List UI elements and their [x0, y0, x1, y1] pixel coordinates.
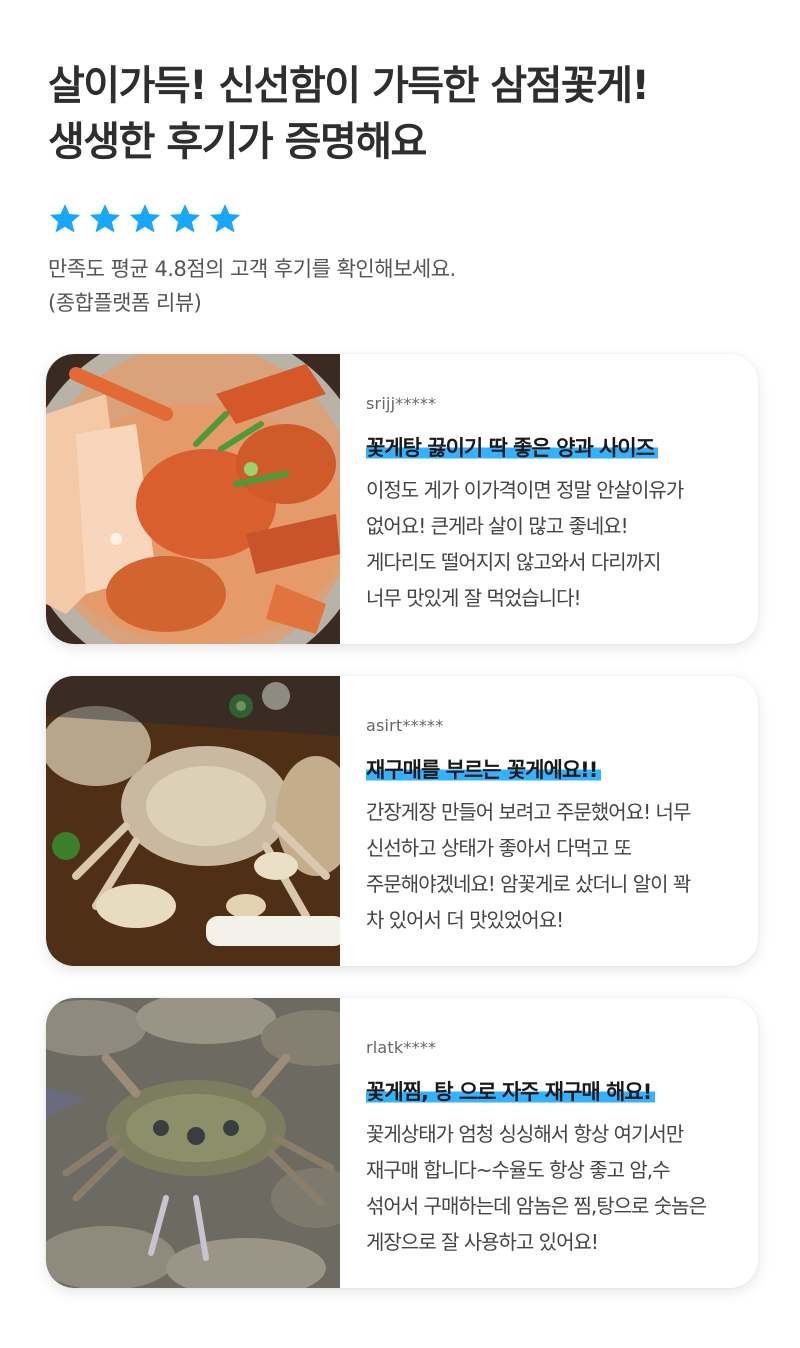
review-line: 이정도 게가 이가격이면 정말 안살이유가 [366, 478, 684, 502]
star-icon [49, 204, 81, 233]
rating-summary: 만족도 평균 4.8점의 고객 후기를 확인해보세요. (종합플랫폼 리뷰) [48, 252, 456, 320]
review-line: 너무 맛있게 잘 먹었습니다! [366, 586, 582, 610]
review-body: 꽃게상태가 엄청 싱싱해서 항상 여기서만 재구매 합니다~수율도 항상 좋고 … [366, 1116, 758, 1260]
star-rating [48, 202, 242, 236]
reviewer-id: srijj***** [366, 394, 437, 413]
title-line-1: 살이가득! 신선함이 가득한 삼점꽃게! [48, 63, 650, 109]
review-line: 게장으로 잘 사용하고 있어요! [366, 1230, 599, 1254]
page-title: 살이가득! 신선함이 가득한 삼점꽃게! 생생한 후기가 증명해요 [48, 58, 768, 170]
review-headline: 꽃게찜, 탕 으로 자주 재구매 해요! [366, 1076, 656, 1106]
star-icon [209, 204, 241, 233]
rating-summary-line: 만족도 평균 4.8점의 고객 후기를 확인해보세요. [48, 257, 456, 281]
reviewer-id: asirt***** [366, 716, 444, 735]
rating-source-note: (종합플랫폼 리뷰) [48, 291, 202, 315]
review-line: 꽃게상태가 엄청 싱싱해서 항상 여기서만 [366, 1122, 684, 1146]
review-card: rlatk**** 꽃게찜, 탕 으로 자주 재구매 해요! 꽃게상태가 엄청 … [46, 998, 758, 1288]
title-line-2: 생생한 후기가 증명해요 [48, 119, 427, 165]
review-headline: 꽃게탕 끓이기 딱 좋은 양과 사이즈 [366, 432, 659, 462]
review-line: 차 있어서 더 맛있었어요! [366, 908, 564, 932]
review-line: 없어요! 큰게라 살이 많고 좋네요! [366, 514, 629, 538]
review-section: 살이가득! 신선함이 가득한 삼점꽃게! 생생한 후기가 증명해요 만족도 평균… [0, 0, 800, 1348]
reviewer-id: rlatk**** [366, 1038, 437, 1057]
soy-marinated-crab-photo [46, 676, 340, 966]
review-headline: 재구매를 부르는 꽃게에요!! [366, 754, 602, 784]
raw-crabs-photo [46, 998, 340, 1288]
review-line: 재구매 합니다~수율도 항상 좋고 암,수 [366, 1158, 671, 1182]
review-content: rlatk**** 꽃게찜, 탕 으로 자주 재구매 해요! 꽃게상태가 엄청 … [366, 998, 746, 1288]
star-icon [89, 204, 121, 233]
review-body: 간장게장 만들어 보려고 주문했어요! 너무 신선하고 상태가 좋아서 다먹고 … [366, 794, 758, 938]
review-line: 간장게장 만들어 보려고 주문했어요! 너무 [366, 800, 691, 824]
review-card: asirt***** 재구매를 부르는 꽃게에요!! 간장게장 만들어 보려고 … [46, 676, 758, 966]
crab-stew-photo [46, 354, 340, 644]
review-line: 게다리도 떨어지지 않고와서 다리까지 [366, 550, 661, 574]
review-card: srijj***** 꽃게탕 끓이기 딱 좋은 양과 사이즈 이정도 게가 이가… [46, 354, 758, 644]
review-body: 이정도 게가 이가격이면 정말 안살이유가 없어요! 큰게라 살이 많고 좋네요… [366, 472, 758, 616]
review-line: 주문해야겠네요! 암꽃게로 샀더니 알이 꽉 [366, 872, 691, 896]
star-icon [169, 204, 201, 233]
review-line: 신선하고 상태가 좋아서 다먹고 또 [366, 836, 632, 860]
review-line: 섞어서 구매하는데 암놈은 찜,탕으로 숫놈은 [366, 1194, 707, 1218]
review-content: srijj***** 꽃게탕 끓이기 딱 좋은 양과 사이즈 이정도 게가 이가… [366, 354, 746, 644]
review-content: asirt***** 재구매를 부르는 꽃게에요!! 간장게장 만들어 보려고 … [366, 676, 746, 966]
star-icon [129, 204, 161, 233]
